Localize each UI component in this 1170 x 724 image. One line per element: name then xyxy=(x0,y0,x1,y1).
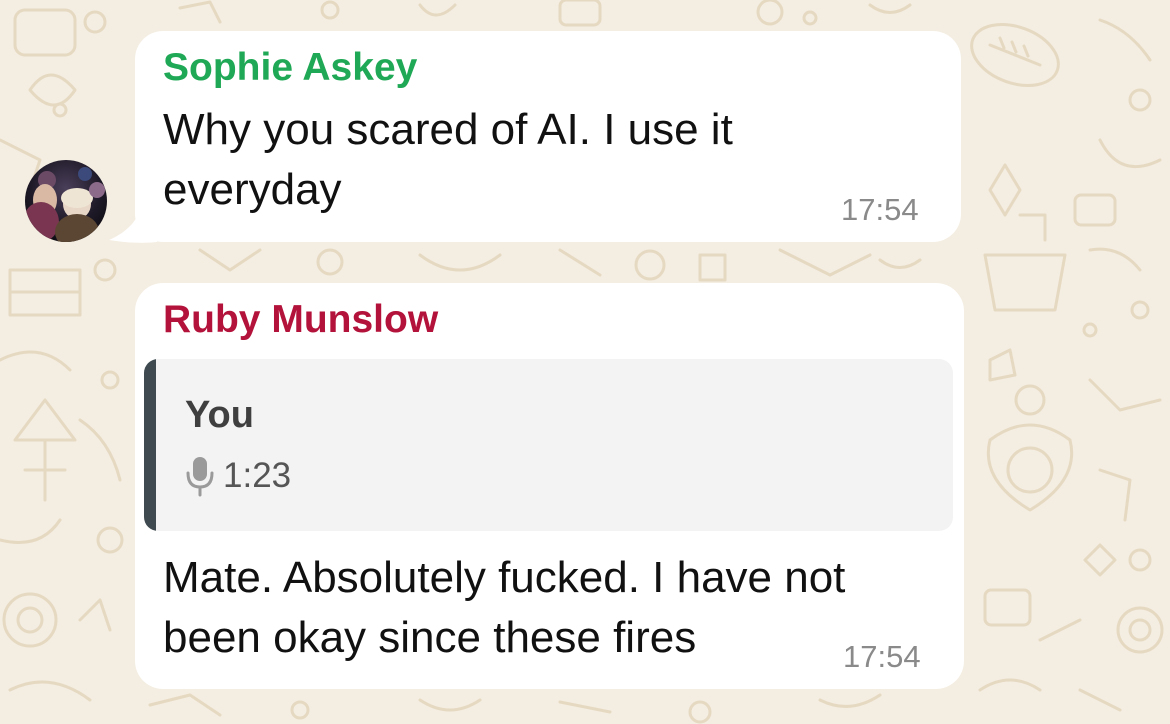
quote-accent-bar xyxy=(144,359,156,531)
message-timestamp: 17:54 xyxy=(843,639,921,674)
message-bubble-incoming[interactable]: Sophie Askey Why you scared of AI. I use… xyxy=(135,31,961,242)
message-timestamp: 17:54 xyxy=(841,192,919,227)
avatar-photo xyxy=(25,160,107,242)
message-text: Mate. Absolutely fucked. I have not been… xyxy=(163,553,846,662)
sender-name[interactable]: Ruby Munslow xyxy=(163,297,438,343)
microphone-icon xyxy=(186,457,214,497)
sender-avatar[interactable] xyxy=(25,160,107,242)
quoted-author: You xyxy=(185,394,254,436)
voice-note-duration: 1:23 xyxy=(223,456,292,495)
message-text: Why you scared of AI. I use it everyday xyxy=(163,105,733,214)
sender-name[interactable]: Sophie Askey xyxy=(163,45,417,91)
message-bubble-incoming[interactable]: Ruby Munslow You 1:23 Mate. Absolutely f… xyxy=(135,283,964,689)
quoted-reply[interactable]: You 1:23 xyxy=(144,359,953,531)
